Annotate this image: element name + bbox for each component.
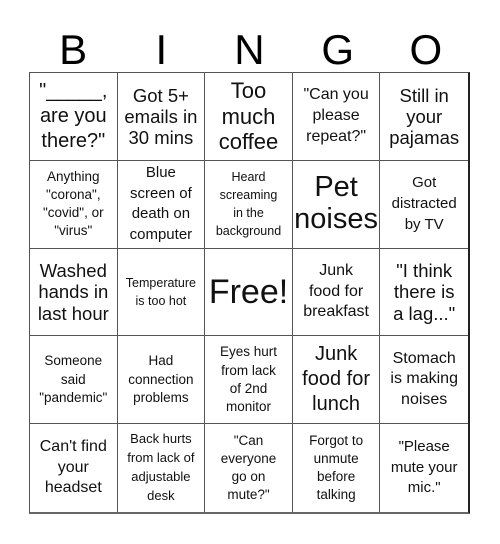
- header-letter-n: N: [234, 26, 265, 73]
- bingo-cell[interactable]: Too much coffee: [205, 73, 293, 161]
- bingo-cell[interactable]: Got 5+ emails in 30 mins: [117, 73, 206, 161]
- bingo-cell[interactable]: Had connection problems: [117, 336, 206, 425]
- bingo-cell[interactable]: Can't find your headset: [30, 424, 118, 512]
- bingo-cell[interactable]: "Can you please repeat?": [292, 73, 381, 161]
- bingo-cell[interactable]: "I think there is a lag...": [380, 249, 468, 337]
- bingo-cell[interactable]: Junk food for breakfast: [292, 248, 381, 337]
- bingo-cell[interactable]: Anything "corona", "covid", or "virus": [30, 160, 118, 249]
- header-letter-b: B: [59, 26, 88, 73]
- header-letter-i: I: [155, 26, 168, 73]
- header-letter-g: G: [321, 26, 354, 73]
- bingo-cell[interactable]: Back hurts from lack of adjustable desk: [118, 424, 206, 512]
- bingo-cell[interactable]: Heard screaming in the background: [205, 160, 293, 249]
- bingo-header: B I N G O: [29, 28, 470, 72]
- header-letter-o: O: [409, 26, 443, 73]
- bingo-cell[interactable]: Pet noises: [292, 160, 381, 249]
- bingo-cell[interactable]: Junk food for lunch: [292, 336, 381, 425]
- bingo-cell[interactable]: Forgot to unmute before talking: [293, 424, 381, 512]
- bingo-cell[interactable]: "Can everyone go on mute?": [205, 424, 293, 512]
- bingo-cell-free[interactable]: Free!: [205, 248, 293, 337]
- bingo-cell[interactable]: "Please mute your mic.": [380, 424, 468, 512]
- bingo-cell[interactable]: Blue screen of death on computer: [117, 160, 206, 249]
- bingo-cell[interactable]: Washed hands in last hour: [30, 248, 118, 337]
- bingo-grid: "_____, are you there?" Got 5+ emails in…: [29, 72, 470, 514]
- bingo-cell[interactable]: Got distracted by TV: [380, 161, 468, 249]
- bingo-cell[interactable]: Still in your pajamas: [380, 73, 468, 161]
- bingo-cell[interactable]: Someone said "pandemic": [30, 336, 118, 425]
- bingo-cell[interactable]: "_____, are you there?": [30, 73, 118, 161]
- bingo-cell[interactable]: Stomach is making noises: [380, 336, 468, 425]
- bingo-cell[interactable]: Temperature is too hot: [117, 248, 206, 337]
- bingo-cell[interactable]: Eyes hurt from lack of 2nd monitor: [205, 336, 293, 425]
